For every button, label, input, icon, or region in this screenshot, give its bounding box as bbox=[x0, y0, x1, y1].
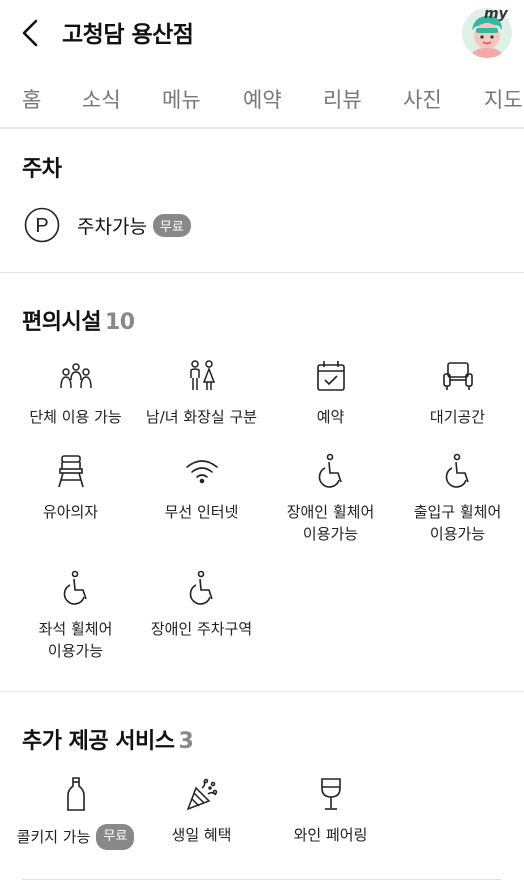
services-title: 추가 제공 서비스 bbox=[22, 729, 175, 754]
wheelchair-icon bbox=[318, 453, 342, 488]
tab-menu[interactable]: 메뉴 bbox=[162, 84, 201, 114]
back-arrow-icon[interactable] bbox=[18, 16, 46, 50]
section-divider bbox=[0, 691, 524, 692]
parking-icon: P bbox=[24, 207, 60, 243]
tab-news[interactable]: 소식 bbox=[82, 84, 121, 114]
group-icon bbox=[59, 363, 92, 389]
wifi-icon bbox=[185, 460, 218, 484]
restroom-icon bbox=[189, 360, 215, 390]
header: 고청담 용산점 my bbox=[0, 0, 524, 68]
services-count: 3 bbox=[178, 729, 194, 754]
facility-item-waiting: 대기공간 bbox=[392, 358, 523, 428]
facility-label: 남/녀 화장실 구분 bbox=[145, 408, 258, 426]
facility-item-high-chair: 유아의자 bbox=[5, 453, 136, 523]
facility-label: 장애인 주차구역 bbox=[150, 620, 253, 638]
facility-label: 예약 bbox=[316, 408, 345, 426]
facility-item-group: 단체 이용 가능 bbox=[10, 358, 141, 428]
service-item-birthday: 생일 혜택 bbox=[136, 776, 267, 846]
parking-section-title: 주차 bbox=[22, 157, 62, 182]
corkage-free-badge: 무료 bbox=[96, 824, 135, 850]
facility-item-reservation: 예약 bbox=[265, 358, 396, 428]
tab-reservation[interactable]: 예약 bbox=[243, 84, 282, 114]
tab-bar: 홈 소식 메뉴 예약 리뷰 사진 지도 bbox=[0, 76, 524, 120]
calendar-check-icon bbox=[316, 361, 345, 391]
service-label: 와인 페어링 bbox=[293, 826, 368, 844]
tab-map[interactable]: 지도 bbox=[484, 84, 523, 114]
service-item-corkage: 콜키지 가능 무료 bbox=[10, 776, 141, 850]
bottom-divider bbox=[22, 879, 502, 880]
bottle-icon bbox=[66, 777, 85, 811]
wheelchair-icon bbox=[63, 570, 87, 605]
services-section-title: 추가 제공 서비스 3 bbox=[22, 723, 194, 755]
facility-item-disabled-parking: 장애인 주차구역 bbox=[136, 570, 267, 640]
parking-text: 주차가능 bbox=[77, 216, 147, 238]
facility-item-seat-wheelchair: 좌석 휠체어 이용가능 bbox=[10, 570, 141, 662]
facilities-title: 편의시설 bbox=[22, 310, 101, 335]
armchair-icon bbox=[442, 362, 473, 390]
facilities-count: 10 bbox=[104, 310, 135, 335]
facility-item-entrance-wheelchair: 출입구 휠체어 이용가능 bbox=[392, 453, 523, 545]
facility-item-wifi: 무선 인터넷 bbox=[136, 453, 267, 523]
facility-label: 유아의자 bbox=[42, 503, 99, 521]
tab-photos[interactable]: 사진 bbox=[403, 84, 442, 114]
service-item-wine-pairing: 와인 페어링 bbox=[265, 776, 396, 846]
facility-label: 장애인 휠체어 이용가능 bbox=[286, 503, 375, 543]
parking-label: 주차가능 무료 bbox=[77, 212, 191, 239]
tab-review[interactable]: 리뷰 bbox=[323, 84, 362, 114]
wheelchair-icon bbox=[445, 453, 469, 488]
service-label: 생일 혜택 bbox=[171, 826, 232, 844]
facility-item-wheelchair: 장애인 휠체어 이용가능 bbox=[265, 453, 396, 545]
wheelchair-icon bbox=[189, 570, 213, 605]
facility-label: 무선 인터넷 bbox=[164, 503, 239, 521]
tabs-divider bbox=[0, 127, 524, 129]
corkage-text: 콜키지 가능 bbox=[16, 828, 91, 846]
facilities-section-title: 편의시설 10 bbox=[22, 304, 135, 336]
facility-item-restroom: 남/녀 화장실 구분 bbox=[136, 358, 267, 428]
tab-home[interactable]: 홈 bbox=[22, 84, 41, 114]
high-chair-icon bbox=[57, 455, 84, 488]
facility-label: 단체 이용 가능 bbox=[29, 408, 122, 426]
wine-glass-icon bbox=[320, 778, 341, 810]
section-divider bbox=[0, 272, 524, 273]
parking-free-badge: 무료 bbox=[152, 214, 191, 237]
avatar-badge: my bbox=[484, 6, 508, 22]
svg-text:P: P bbox=[35, 215, 48, 237]
page-title: 고청담 용산점 bbox=[62, 22, 194, 48]
facility-label: 대기공간 bbox=[429, 408, 486, 426]
service-label: 콜키지 가능 무료 bbox=[10, 824, 141, 850]
facility-label: 좌석 휠체어 이용가능 bbox=[38, 620, 113, 660]
party-popper-icon bbox=[186, 778, 217, 811]
facility-label: 출입구 휠체어 이용가능 bbox=[413, 503, 502, 543]
